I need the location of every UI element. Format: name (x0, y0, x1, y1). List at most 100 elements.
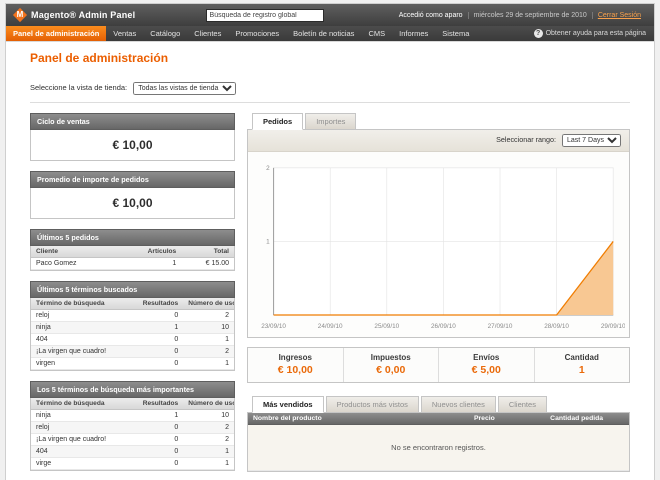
total-cantidad: Cantidad 1 (534, 348, 630, 382)
orders-chart: 23/09/1024/09/1025/09/1026/09/1027/09/10… (252, 158, 625, 335)
total-label: Impuestos (344, 353, 439, 362)
totals-bar: Ingresos € 10,00Impuestos€ 0,00Envíos€ 5,… (247, 347, 630, 383)
logged-in-as: Accedió como aparo (394, 12, 469, 19)
products-card: Nombre del productoPrecioCantidad pedida… (247, 413, 630, 472)
column-header: Término de búsqueda (31, 298, 137, 310)
table-row: ¡La virgen que cuadro!02 (31, 434, 234, 446)
help-icon: ? (534, 29, 543, 38)
nav-item-cms[interactable]: CMS (361, 26, 392, 41)
right-column: PedidosImportes Seleccionar rango: Last … (247, 113, 630, 480)
nav-item-informes[interactable]: Informes (392, 26, 435, 41)
table-cell: Paco Gomez (31, 258, 133, 270)
nav-item-sistema[interactable]: Sistema (435, 26, 476, 41)
help-label: Obtener ayuda para esta página (546, 30, 646, 37)
store-view-select[interactable]: Todas las vistas de tienda (133, 82, 236, 95)
logout-link[interactable]: Cerrar Sesión (593, 12, 646, 19)
total-impuestos: Impuestos€ 0,00 (343, 348, 439, 382)
store-view-switcher: Seleccione la vista de tienda: Todas las… (30, 77, 630, 103)
table-row: 40401 (31, 334, 234, 346)
bottom-tabs: Más vendidosProductos más vistosNuevos c… (247, 396, 630, 413)
logo-text: Magento® Admin Panel (31, 10, 135, 20)
empty-row: No se encontraron registros. (248, 424, 629, 470)
total-value: € 10,00 (248, 364, 343, 376)
table-header-row: Término de búsquedaResultadosNúmero de u… (31, 398, 234, 410)
table-header-row: Nombre del productoPrecioCantidad pedida (248, 413, 629, 425)
nav-item-clientes[interactable]: Clientes (187, 26, 228, 41)
table-cell: ¡La virgen que cuadro! (31, 434, 137, 446)
table-cell: 404 (31, 446, 137, 458)
total-label: Envíos (439, 353, 534, 362)
logo-letter: M (14, 10, 26, 19)
nav-item-ventas[interactable]: Ventas (106, 26, 143, 41)
table-cell: 1 (137, 322, 184, 334)
tab-pedidos[interactable]: Pedidos (252, 113, 303, 130)
table-row: virge01 (31, 458, 234, 470)
table-row: ninja110 (31, 322, 234, 334)
svg-text:28/09/10: 28/09/10 (544, 323, 569, 330)
table-cell: 1 (183, 446, 234, 458)
nav-item-boletín-de-noticias[interactable]: Boletín de noticias (286, 26, 361, 41)
tab-más-vendidos[interactable]: Más vendidos (252, 396, 324, 413)
tab-productos-más-vistos[interactable]: Productos más vistos (326, 396, 419, 412)
column-header: Nombre del producto (248, 413, 469, 425)
orders-chart-card: Seleccionar rango: Last 7 Days 23/09/102… (247, 130, 630, 338)
total-envíos: Envíos€ 5,00 (438, 348, 534, 382)
global-search-input[interactable] (206, 9, 324, 22)
total-label: Cantidad (535, 353, 630, 362)
average-orders-value: € 10,00 (31, 188, 234, 218)
table-cell: 2 (183, 434, 234, 446)
orders-tabs: PedidosImportes (247, 113, 630, 130)
table-cell: ninja (31, 410, 137, 422)
nav-item-panel-de-administración[interactable]: Panel de administración (6, 26, 106, 41)
dashboard-columns: Ciclo de ventas € 10,00 Promedio de impo… (30, 113, 630, 480)
products-table: Nombre del productoPrecioCantidad pedida… (248, 413, 629, 471)
table-cell: 1 (183, 334, 234, 346)
magento-logo: M Magento® Admin Panel (14, 9, 135, 21)
lifetime-sales-value: € 10,00 (31, 130, 234, 160)
column-header: Término de búsqueda (31, 398, 137, 410)
nav-item-catálogo[interactable]: Catálogo (143, 26, 187, 41)
bottom-section: Más vendidosProductos más vistosNuevos c… (247, 396, 630, 472)
table-row: ¡La virgen que cuadro!02 (31, 346, 234, 358)
global-search (206, 9, 324, 22)
page-help-link[interactable]: ? Obtener ayuda para esta página (534, 26, 654, 41)
svg-text:1: 1 (266, 238, 270, 245)
column-header: Cliente (31, 246, 133, 258)
top-search-table: Término de búsquedaResultadosNúmero de u… (31, 398, 234, 470)
svg-text:27/09/10: 27/09/10 (488, 323, 513, 330)
table-cell: 0 (137, 334, 184, 346)
table-cell: reloj (31, 310, 137, 322)
page-title: Panel de administración (30, 51, 630, 65)
column-header: Total (181, 246, 234, 258)
range-selector-row: Seleccionar rango: Last 7 Days (248, 130, 629, 152)
table-cell: 2 (183, 422, 234, 434)
column-header: Precio (469, 413, 545, 425)
table-cell: 0 (137, 422, 184, 434)
table-row: reloj02 (31, 422, 234, 434)
main-nav-items: Panel de administraciónVentasCatálogoCli… (6, 26, 476, 41)
top-search-terms-panel: Los 5 términos de búsqueda más important… (30, 381, 235, 471)
content-area: Panel de administración Seleccione la vi… (6, 42, 654, 480)
table-row: virgen01 (31, 358, 234, 370)
table-cell: € 15.00 (181, 258, 234, 270)
table-cell: 10 (183, 322, 234, 334)
svg-text:2: 2 (266, 165, 270, 172)
total-label: Ingresos (248, 353, 343, 362)
tab-clientes[interactable]: Clientes (498, 396, 547, 412)
column-header: Resultados (137, 298, 184, 310)
panel-title: Promedio de importe de pedidos (30, 171, 235, 188)
tab-nuevos-clientes[interactable]: Nuevos clientes (421, 396, 496, 412)
svg-text:24/09/10: 24/09/10 (318, 323, 343, 330)
tab-importes[interactable]: Importes (305, 113, 356, 129)
header-meta: Accedió como aparo miércoles 29 de septi… (394, 12, 646, 19)
total-value: 1 (535, 364, 630, 376)
orders-chart-mount: 23/09/1024/09/1025/09/1026/09/1027/09/10… (248, 152, 629, 337)
table-header-row: Término de búsquedaResultadosNúmero de u… (31, 298, 234, 310)
nav-item-promociones[interactable]: Promociones (228, 26, 286, 41)
range-select[interactable]: Last 7 Days (562, 134, 621, 147)
table-row: reloj02 (31, 310, 234, 322)
column-header: Número de usos (183, 398, 234, 410)
header-bar: M Magento® Admin Panel Accedió como apar… (6, 4, 654, 26)
empty-message: No se encontraron registros. (248, 424, 629, 470)
table-cell: 0 (137, 446, 184, 458)
